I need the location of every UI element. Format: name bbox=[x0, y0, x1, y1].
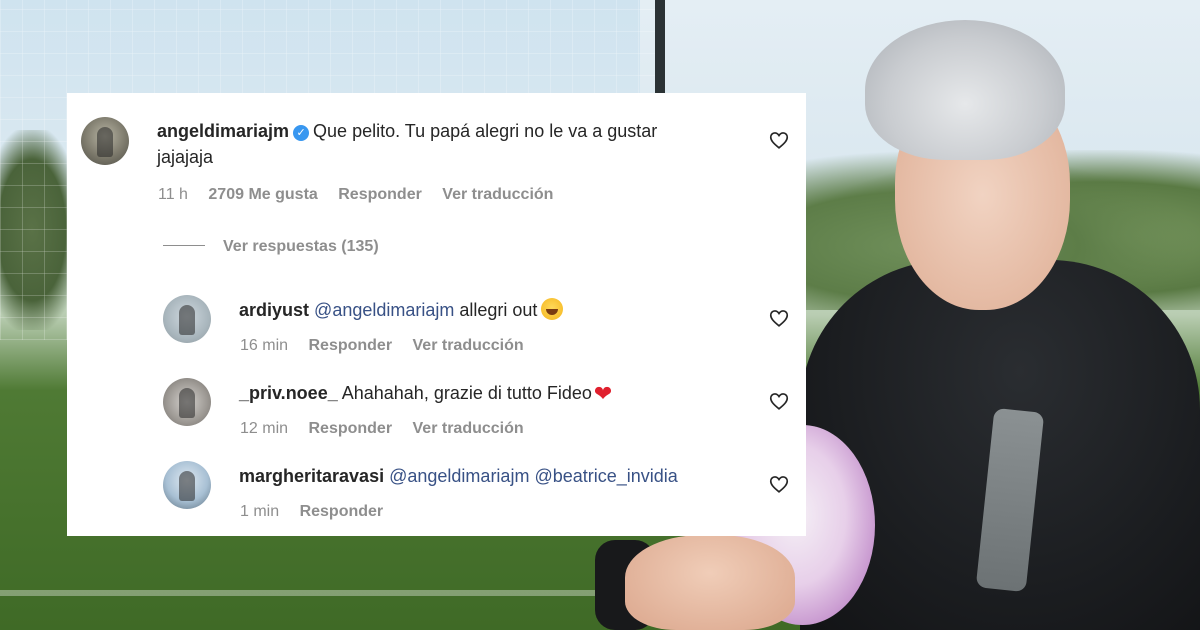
reply-username[interactable]: _priv.noee_ bbox=[239, 383, 338, 403]
silver-hair bbox=[865, 20, 1065, 160]
hand bbox=[625, 535, 795, 630]
reply-body: _priv.noee_ Ahahahah, grazie di tutto Fi… bbox=[239, 380, 612, 407]
heart-outline-icon[interactable] bbox=[768, 390, 790, 412]
reply-button[interactable]: Responder bbox=[308, 420, 392, 437]
comment-body: angeldimariajm ✓ Que pelito. Tu papá alegr… bbox=[157, 118, 657, 144]
translate-button[interactable]: Ver traducción bbox=[413, 420, 524, 437]
reply-meta: 12 min Responder Ver traducción bbox=[240, 420, 540, 438]
grinning-squinting-face-icon bbox=[541, 298, 564, 320]
mention-link[interactable]: @angeldimariajm bbox=[389, 466, 529, 486]
comment-meta: 11 h 2709 Me gusta Responder Ver traducc… bbox=[158, 186, 569, 204]
reply-username[interactable]: margheritaravasi bbox=[239, 466, 384, 486]
comment-text: Que pelito. Tu papá alegri no le va a gu… bbox=[313, 121, 658, 141]
reply-body: ardiyust @angeldimariajm allegri out bbox=[239, 297, 564, 323]
avatar[interactable] bbox=[163, 295, 211, 343]
verified-icon: ✓ bbox=[293, 125, 310, 141]
heart-outline-icon[interactable] bbox=[768, 129, 790, 151]
pitch-line bbox=[0, 590, 620, 596]
reply-time[interactable]: 12 min bbox=[240, 420, 288, 437]
red-heart-icon: ❤ bbox=[593, 381, 613, 406]
mention-link[interactable]: @beatrice_invidia bbox=[534, 466, 677, 486]
reply-username[interactable]: ardiyust bbox=[239, 300, 309, 320]
avatar[interactable] bbox=[163, 378, 211, 426]
reply-time[interactable]: 16 min bbox=[240, 337, 288, 354]
mention-link[interactable]: @angeldimariajm bbox=[314, 300, 454, 320]
reply-button[interactable]: Responder bbox=[300, 503, 384, 520]
comment-card: angeldimariajm ✓ Que pelito. Tu papá alegr… bbox=[67, 93, 806, 536]
heart-outline-icon[interactable] bbox=[768, 307, 790, 329]
view-replies-button[interactable]: Ver respuestas (135) bbox=[163, 238, 379, 256]
view-replies-label: Ver respuestas (135) bbox=[223, 238, 379, 255]
reply-button[interactable]: Responder bbox=[308, 337, 392, 354]
heart-outline-icon[interactable] bbox=[768, 473, 790, 495]
comment-username[interactable]: angeldimariajm bbox=[157, 121, 289, 141]
avatar[interactable] bbox=[81, 117, 129, 165]
avatar[interactable] bbox=[163, 461, 211, 509]
reply-time[interactable]: 1 min bbox=[240, 503, 279, 520]
reply-button[interactable]: Responder bbox=[338, 186, 422, 203]
reply-text: Ahahahah, grazie di tutto Fideo bbox=[341, 383, 592, 403]
goal-post bbox=[655, 0, 665, 95]
reply-body: margheritaravasi @angeldimariajm @beatri… bbox=[239, 463, 678, 489]
translate-button[interactable]: Ver traducción bbox=[413, 337, 524, 354]
reply-meta: 16 min Responder Ver traducción bbox=[240, 337, 540, 355]
comment-likes[interactable]: 2709 Me gusta bbox=[208, 186, 317, 203]
replies-divider bbox=[163, 245, 205, 246]
reply-text: allegri out bbox=[459, 300, 538, 320]
reply-meta: 1 min Responder bbox=[240, 503, 399, 521]
translate-button[interactable]: Ver traducción bbox=[442, 186, 553, 203]
comment-text-line2: jajajaja bbox=[157, 147, 214, 167]
comment-time[interactable]: 11 h bbox=[158, 186, 188, 203]
